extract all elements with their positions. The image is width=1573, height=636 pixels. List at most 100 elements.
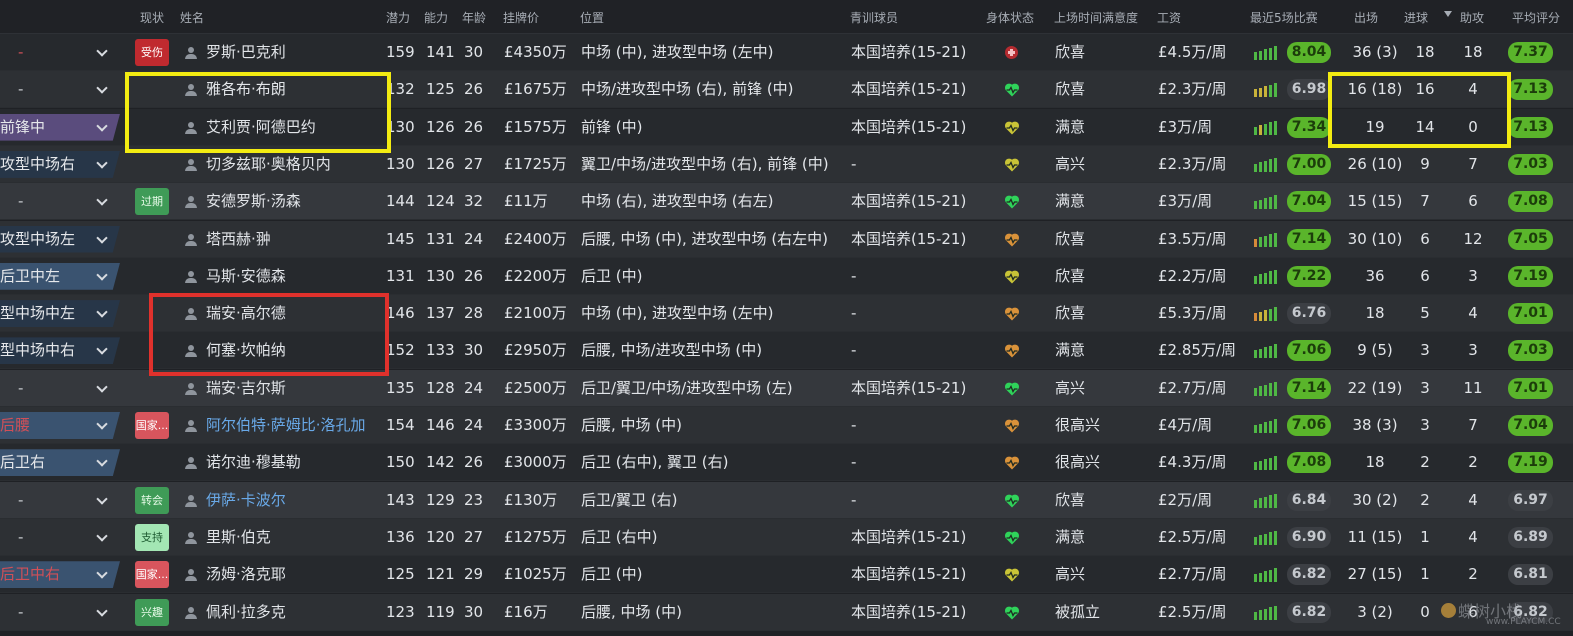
col-assists[interactable]: 助攻 (1460, 9, 1484, 26)
player-name[interactable]: 诺尔迪·穆基勒 (206, 444, 378, 481)
position-value: 中场 (中), 进攻型中场 (左中) (581, 43, 774, 61)
last5-rating: 7.34 (1287, 116, 1331, 138)
col-form[interactable]: 最近5场比赛 (1250, 9, 1318, 26)
table-row[interactable]: 型中场中左 瑞安·高尔德 146 137 28 £2100万 中场 (中), 进攻型中场 (… (0, 295, 1573, 333)
status-badge[interactable]: 转会 (135, 486, 169, 514)
price-value: £1025万 (504, 565, 567, 584)
table-row[interactable]: 前锋中 艾利贾·阿德巴约 130 126 26 £1575万 前锋 (中) 本国培养(15-2… (0, 108, 1573, 146)
table-row[interactable]: 后卫右 诺尔迪·穆基勒 150 142 26 £3000万 后卫 (右中), 翼卫 (右) -… (0, 444, 1573, 482)
player-name[interactable]: 安德罗斯·汤森 (206, 183, 378, 220)
table-row[interactable]: 后卫中左 马斯·安德森 131 130 26 £2200万 后卫 (中) - 欣喜 £2.2万/周… (0, 257, 1573, 295)
last5-rating: 7.06 (1287, 340, 1331, 362)
playtime-value: 很高兴 (1055, 416, 1101, 434)
avg-rating: 7.01 (1508, 303, 1553, 325)
col-youth[interactable]: 青训球员 (850, 9, 898, 26)
table-row[interactable]: - 支持 里斯·伯克 136 120 27 £1275万 后卫 (右中) 本国培养(15-21)… (0, 518, 1573, 556)
player-icon (185, 121, 197, 134)
heart-green-icon[interactable] (1004, 381, 1020, 397)
wage-value: £2.85万/周 (1158, 341, 1236, 360)
heart-orange-icon[interactable] (1004, 306, 1020, 322)
col-playtime[interactable]: 上场时间满意度 (1054, 9, 1138, 26)
heart-orange-icon[interactable] (1004, 418, 1020, 434)
heart-yellow-icon[interactable] (1004, 269, 1020, 285)
col-name[interactable]: 姓名 (180, 9, 204, 26)
age-value: 26 (464, 80, 484, 99)
status-badge[interactable]: 国家... (135, 561, 169, 589)
player-name[interactable]: 切多兹耶·奥格贝内 (206, 146, 378, 183)
status-badge[interactable]: 国家... (135, 412, 169, 439)
player-name[interactable]: 佩利·拉多克 (206, 594, 378, 631)
last5-rating: 8.04 (1287, 42, 1331, 63)
table-row[interactable]: - 雅各布·布朗 132 125 26 £1675万 中场/进攻型中场 (右), 前锋 (中… (0, 71, 1573, 109)
col-apps[interactable]: 出场 (1354, 9, 1378, 26)
heart-green-icon[interactable] (1004, 530, 1020, 546)
form-bars (1254, 195, 1280, 210)
injury-icon[interactable] (1005, 46, 1018, 59)
player-name[interactable]: 里斯·伯克 (206, 519, 378, 556)
price-value: £130万 (504, 490, 558, 509)
col-avg-rating[interactable]: 平均评分 (1512, 9, 1560, 26)
position-role: 后卫中右 (0, 565, 61, 584)
table-row[interactable]: - 兴趣 佩利·拉多克 123 119 30 £16万 后腰, 中场 (中) 本国培养(15-2… (0, 593, 1573, 631)
wage-value: £3万/周 (1158, 117, 1213, 136)
heart-green-icon[interactable] (1004, 605, 1020, 621)
col-goals[interactable]: 进球 (1404, 9, 1428, 26)
player-name[interactable]: 阿尔伯特·萨姆比·洛孔加 (206, 407, 378, 444)
table-row[interactable]: 攻型中场右 切多兹耶·奥格贝内 130 126 27 £1725万 翼卫/中场/进攻型中场 … (0, 145, 1573, 183)
position-role: - (18, 80, 24, 99)
table-row[interactable]: - 受伤 罗斯·巴克利 159 141 30 £4350万 中场 (中), 进攻型中场 (左中… (0, 34, 1573, 71)
player-icon (185, 308, 197, 321)
status-badge[interactable]: 兴趣 (135, 598, 169, 626)
potential-value: 159 (386, 43, 415, 61)
player-name[interactable]: 艾利贾·阿德巴约 (206, 109, 378, 146)
col-condition[interactable]: 身体状态 (986, 9, 1034, 26)
player-name[interactable]: 塔西赫·翀 (206, 221, 378, 258)
heart-green-icon[interactable] (1004, 194, 1020, 210)
table-row[interactable]: 攻型中场左 塔西赫·翀 145 131 24 £2400万 后腰, 中场 (中), 进攻型中… (0, 220, 1573, 258)
table-row[interactable]: 型中场中右 何塞·坎帕纳 152 133 30 £2950万 后腰, 中场/进攻型中场 (中… (0, 332, 1573, 370)
age-value: 32 (464, 192, 484, 211)
table-row[interactable]: - 转会 伊萨·卡波尔 143 129 23 £130万 后卫/翼卫 (右) - 欣喜 £2万/周 6… (0, 481, 1573, 519)
ability-value: 119 (426, 602, 455, 621)
status-badge[interactable]: 支持 (135, 523, 169, 551)
col-wage[interactable]: 工资 (1157, 9, 1181, 26)
heart-green-icon[interactable] (1004, 493, 1020, 509)
col-ability[interactable]: 能力 (424, 9, 448, 26)
avg-rating: 7.04 (1508, 415, 1553, 436)
playtime-value: 满意 (1055, 527, 1086, 546)
player-icon (185, 531, 197, 544)
playtime-value: 高兴 (1055, 378, 1086, 397)
col-position[interactable]: 位置 (580, 9, 604, 26)
player-name[interactable]: 何塞·坎帕纳 (206, 332, 378, 369)
player-name[interactable]: 瑞安·高尔德 (206, 295, 378, 332)
wage-value: £4万/周 (1158, 416, 1213, 434)
col-age[interactable]: 年龄 (462, 9, 486, 26)
heart-orange-icon[interactable] (1004, 343, 1020, 359)
heart-orange-icon[interactable] (1004, 455, 1020, 471)
table-row[interactable]: - 过期 安德罗斯·汤森 144 124 32 £11万 中场 (右), 进攻型中场 (右左)… (0, 183, 1573, 221)
heart-green-icon[interactable] (1004, 82, 1020, 98)
player-name[interactable]: 汤姆·洛克耶 (206, 556, 378, 593)
player-name[interactable]: 伊萨·卡波尔 (206, 482, 378, 519)
table-row[interactable]: - 瑞安·吉尔斯 135 128 24 £2500万 后卫/翼卫/中场/进攻型中场 (左) 本… (0, 369, 1573, 407)
status-badge[interactable]: 过期 (135, 188, 169, 216)
player-name[interactable]: 罗斯·巴克利 (206, 34, 378, 71)
heart-yellow-icon[interactable] (1004, 157, 1020, 173)
table-row[interactable]: 后腰 国家... 阿尔伯特·萨姆比·洛孔加 154 146 24 £3300万 后腰, 中场 … (0, 407, 1573, 444)
col-status[interactable]: 现状 (140, 9, 164, 26)
youth-value: 本国培养(15-21) (851, 565, 967, 584)
status-badge[interactable]: 受伤 (135, 39, 169, 66)
col-potential[interactable]: 潜力 (386, 9, 410, 26)
sort-desc-icon[interactable] (1444, 11, 1452, 17)
position-role: 攻型中场左 (0, 229, 76, 248)
heart-yellow-icon[interactable] (1004, 567, 1020, 583)
player-name[interactable]: 马斯·安德森 (206, 258, 378, 295)
table-row[interactable]: 后卫中右 国家... 汤姆·洛克耶 125 121 29 £1025万 后卫 (中) 本国培养(… (0, 556, 1573, 594)
form-bars (1254, 157, 1280, 172)
player-name[interactable]: 雅各布·布朗 (206, 71, 378, 108)
avg-rating: 7.13 (1508, 116, 1553, 138)
heart-yellow-icon[interactable] (1004, 120, 1020, 136)
player-name[interactable]: 瑞安·吉尔斯 (206, 370, 378, 407)
heart-orange-icon[interactable] (1004, 232, 1020, 248)
col-price[interactable]: 挂牌价 (503, 9, 539, 26)
